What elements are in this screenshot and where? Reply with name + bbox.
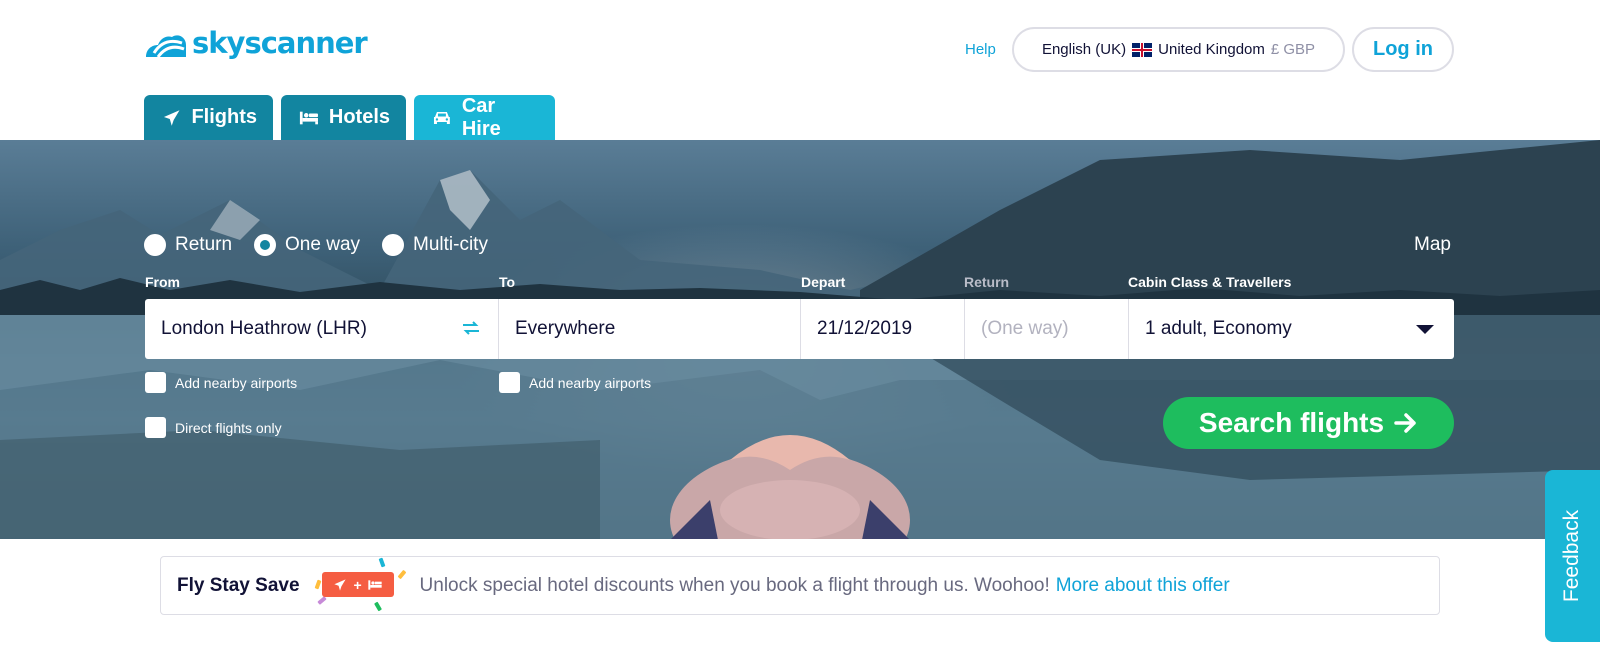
from-nearby-checkbox[interactable]: Add nearby airports bbox=[145, 372, 297, 393]
tab-car-hire[interactable]: Car Hire bbox=[414, 95, 555, 140]
checkbox-label: Direct flights only bbox=[175, 419, 282, 436]
map-link[interactable]: Map bbox=[1414, 234, 1451, 256]
locale-button[interactable]: English (UK) United Kingdom £ GBP bbox=[1012, 27, 1345, 72]
uk-flag-icon bbox=[1132, 42, 1153, 57]
login-button[interactable]: Log in bbox=[1352, 27, 1454, 72]
banner-title: Fly Stay Save bbox=[177, 574, 300, 596]
checkbox-label: Add nearby airports bbox=[529, 374, 652, 391]
tab-flights[interactable]: Flights bbox=[144, 95, 273, 140]
return-field[interactable]: (One way) bbox=[965, 299, 1129, 359]
cabin-value: 1 adult, Economy bbox=[1145, 318, 1292, 339]
return-value: (One way) bbox=[981, 318, 1069, 339]
checkbox-label: Add nearby airports bbox=[175, 374, 298, 391]
radio-button-selected[interactable] bbox=[254, 234, 277, 256]
from-field[interactable]: London Heathrow (LHR) bbox=[145, 299, 499, 359]
checkbox[interactable] bbox=[145, 417, 166, 438]
fly-stay-save-banner: Fly Stay Save + Unlock special hotel dis… bbox=[160, 556, 1440, 615]
tab-label: Flights bbox=[191, 106, 257, 128]
language-label: English (UK) bbox=[1041, 41, 1127, 58]
feedback-button[interactable]: Feedback bbox=[1545, 470, 1600, 642]
header: skyscanner Help English (UK) United King… bbox=[0, 0, 1600, 140]
trip-type-multi-city[interactable]: Multi-city bbox=[382, 234, 488, 256]
currency-label: £ GBP bbox=[1270, 41, 1316, 58]
plane-icon bbox=[163, 109, 180, 126]
feedback-label: Feedback bbox=[1560, 509, 1584, 603]
product-tabs: Flights Hotels Car Hire bbox=[144, 95, 555, 140]
radio-label: Multi-city bbox=[413, 234, 488, 255]
logo-text: skyscanner bbox=[192, 26, 368, 60]
to-field[interactable]: Everywhere bbox=[499, 299, 801, 359]
trip-type-one-way[interactable]: One way bbox=[254, 234, 360, 256]
search-form-fields: London Heathrow (LHR) Everywhere 21/12/2… bbox=[145, 299, 1454, 359]
skyscanner-logo-icon bbox=[146, 35, 186, 58]
checkbox[interactable] bbox=[145, 372, 166, 393]
car-icon bbox=[433, 111, 450, 124]
radio-button[interactable] bbox=[144, 234, 166, 256]
depart-field[interactable]: 21/12/2019 bbox=[801, 299, 965, 359]
return-label: Return bbox=[964, 274, 1010, 290]
depart-value: 21/12/2019 bbox=[817, 318, 913, 339]
trip-type-return[interactable]: Return bbox=[144, 234, 232, 256]
chevron-down-icon bbox=[1416, 325, 1434, 334]
cabin-travellers-field[interactable]: 1 adult, Economy bbox=[1129, 299, 1454, 359]
search-hero: Return One way Multi-city Map From To De… bbox=[0, 140, 1600, 539]
to-value: Everywhere bbox=[515, 318, 616, 339]
skyscanner-logo[interactable]: skyscanner bbox=[144, 26, 368, 60]
radio-button[interactable] bbox=[382, 234, 405, 256]
radio-label: Return bbox=[175, 234, 233, 255]
swap-icon[interactable] bbox=[462, 321, 480, 335]
depart-label: Depart bbox=[801, 274, 846, 290]
help-link[interactable]: Help bbox=[965, 41, 996, 58]
bed-icon bbox=[367, 579, 382, 590]
traveller-photo bbox=[670, 435, 910, 539]
search-flights-button[interactable]: Search flights bbox=[1163, 397, 1454, 449]
plane-icon bbox=[334, 578, 347, 591]
country-label: United Kingdom bbox=[1158, 41, 1265, 58]
radio-label: One way bbox=[285, 234, 361, 255]
from-label: From bbox=[145, 274, 180, 290]
to-nearby-checkbox[interactable]: Add nearby airports bbox=[499, 372, 651, 393]
checkbox[interactable] bbox=[499, 372, 520, 393]
tab-hotels[interactable]: Hotels bbox=[281, 95, 406, 140]
bed-icon bbox=[299, 111, 318, 124]
cabin-label: Cabin Class & Travellers bbox=[1128, 274, 1292, 290]
from-value: London Heathrow (LHR) bbox=[161, 318, 367, 339]
arrow-right-icon bbox=[1394, 413, 1416, 433]
direct-flights-checkbox[interactable]: Direct flights only bbox=[145, 417, 282, 438]
banner-text: Unlock special hotel discounts when you … bbox=[419, 574, 1050, 596]
flight-hotel-badge: + bbox=[314, 556, 406, 615]
to-label: To bbox=[499, 274, 516, 290]
more-about-offer-link[interactable]: More about this offer bbox=[1056, 575, 1230, 597]
search-button-label: Search flights bbox=[1198, 407, 1385, 438]
badge: + bbox=[321, 572, 394, 597]
plus-icon: + bbox=[353, 576, 362, 593]
tab-label: Car Hire bbox=[461, 94, 501, 140]
trip-type-group: Return One way Multi-city bbox=[144, 234, 488, 256]
tab-label: Hotels bbox=[328, 106, 390, 128]
